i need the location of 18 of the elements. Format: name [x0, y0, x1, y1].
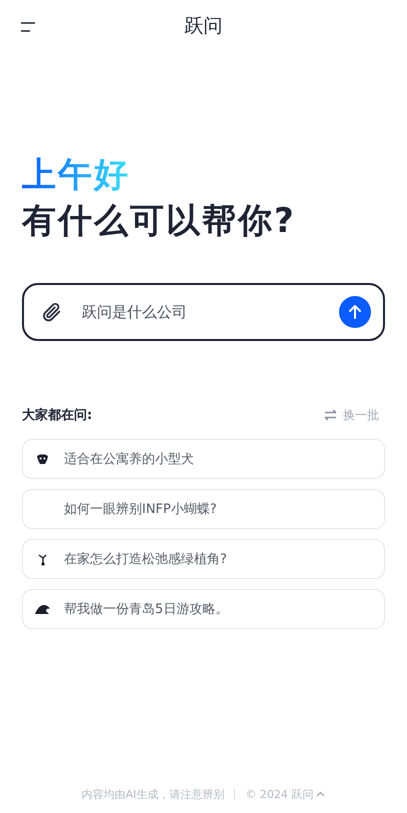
suggestion-card[interactable]: 在家怎么打造松弛感绿植角?: [22, 539, 385, 579]
suggestion-card[interactable]: 帮我做一份青岛5日游攻略。: [22, 589, 385, 629]
suggestion-card[interactable]: 如何一眼辨别INFP小蝴蝶?: [22, 489, 385, 529]
headline: 有什么可以帮你?: [22, 200, 297, 243]
plant-icon: [38, 552, 48, 566]
section-title: 大家都在问:: [22, 406, 92, 424]
suggestion-card[interactable]: 适合在公寓养的小型犬: [22, 439, 385, 479]
paperclip-icon: [41, 301, 63, 323]
dog-icon: [36, 454, 49, 464]
app-title: 跃问: [184, 14, 222, 39]
menu-icon: [20, 21, 36, 33]
send-button[interactable]: [339, 296, 371, 328]
disclaimer: 内容均由AI生成，请注意辨别: [82, 786, 224, 802]
caret-icon: [316, 791, 326, 797]
wave-icon: [35, 604, 50, 614]
message-input[interactable]: 跃问是什么公司: [80, 302, 323, 322]
arrow-up-icon: [347, 304, 363, 320]
swap-icon: [324, 409, 337, 421]
